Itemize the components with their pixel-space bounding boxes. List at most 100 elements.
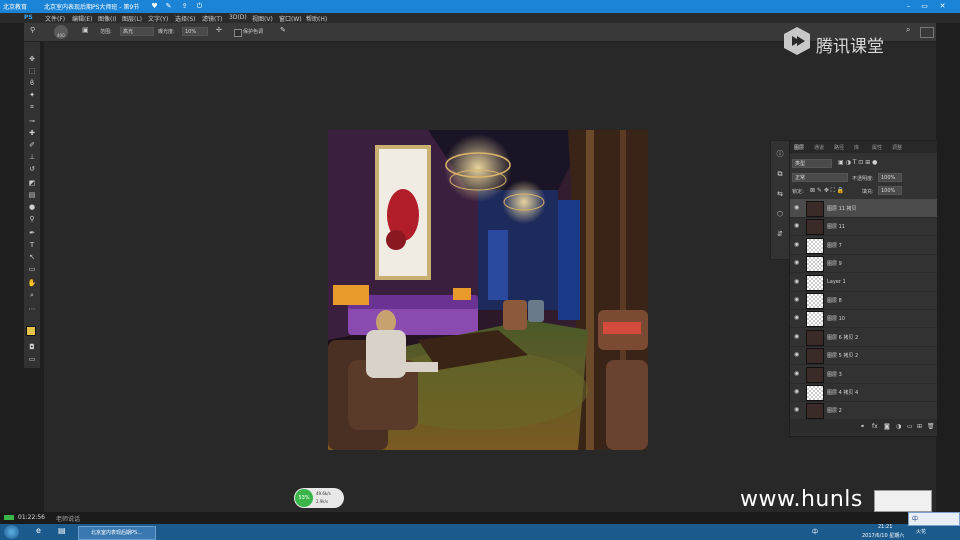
paths-icon[interactable]: ⇵	[775, 229, 785, 239]
menu-layer[interactable]: 图层(L)	[122, 14, 142, 23]
share-icon[interactable]: ⇪	[180, 2, 189, 11]
tab-properties[interactable]: 属性	[872, 144, 882, 151]
gradient-tool-icon[interactable]: ▤	[26, 190, 38, 201]
magic-wand-icon[interactable]: ✦	[26, 90, 38, 101]
marquee-tool-icon[interactable]: ⬚	[26, 66, 38, 77]
menu-3d[interactable]: 3D(D)	[229, 14, 247, 21]
healing-brush-icon[interactable]: ✚	[26, 128, 38, 139]
layer-filter-select[interactable]: 类型	[792, 159, 832, 168]
start-button[interactable]	[4, 525, 19, 539]
visibility-eye-icon[interactable]: ◉	[794, 406, 799, 413]
layer-row[interactable]: ◉ 图层 6 拷贝 2	[790, 328, 937, 347]
adjustments-icon[interactable]: ⇆	[775, 189, 785, 199]
exposure-input[interactable]: 10%	[182, 27, 208, 36]
menu-select[interactable]: 选择(S)	[175, 14, 196, 23]
power-icon[interactable]: ⏻	[195, 2, 204, 11]
ime-toolbar[interactable]: 中	[908, 512, 960, 526]
layer-row[interactable]: ◉ 图层 7	[790, 236, 937, 255]
restore-icon[interactable]: ▭	[920, 2, 929, 11]
menu-view[interactable]: 视图(V)	[252, 14, 273, 23]
edit-icon[interactable]: ✎	[164, 2, 173, 11]
zoom-tool-icon[interactable]: ⌕	[26, 290, 38, 301]
range-select[interactable]: 高光	[120, 27, 154, 36]
brush-panel-icon[interactable]: ▣	[82, 26, 89, 34]
tab-libraries[interactable]: 库	[854, 144, 859, 151]
visibility-eye-icon[interactable]: ◉	[794, 222, 799, 229]
tab-paths[interactable]: 路径	[834, 144, 844, 151]
heart-icon[interactable]: ♥	[150, 2, 159, 11]
pressure-icon[interactable]: ✎	[280, 26, 286, 34]
screen-mode-icon[interactable]: ▭	[26, 354, 38, 365]
foreground-color-swatch[interactable]	[26, 326, 36, 336]
dodge-tool-icon[interactable]: ⚲	[30, 26, 35, 34]
layer-row[interactable]: ◉ 图层 11	[790, 217, 937, 237]
delete-layer-icon[interactable]: 🗑	[927, 423, 935, 430]
hand-tool-icon[interactable]: ✋	[26, 278, 38, 289]
close-icon[interactable]: ✕	[938, 2, 947, 11]
tab-adjustments[interactable]: 调整	[892, 144, 902, 151]
visibility-eye-icon[interactable]: ◉	[794, 278, 799, 285]
layer-row[interactable]: ◉ 图层 8	[790, 291, 937, 310]
floating-dialog-box[interactable]	[874, 490, 932, 512]
new-adjustment-icon[interactable]: ◑	[896, 423, 901, 430]
layer-row[interactable]: ◉ 图层 10	[790, 309, 937, 329]
tab-channels[interactable]: 通道	[814, 144, 824, 151]
new-layer-icon[interactable]: ⊞	[917, 423, 922, 430]
eraser-tool-icon[interactable]: ◩	[26, 178, 38, 189]
layer-row[interactable]: ◉ 图层 5 拷贝 2	[790, 346, 937, 366]
layer-row[interactable]: ◉ Layer 1	[790, 273, 937, 292]
more-tools-icon[interactable]: ⋯	[26, 304, 38, 315]
ie-icon[interactable]: e	[36, 526, 48, 538]
new-group-icon[interactable]: ▭	[907, 423, 913, 430]
path-select-icon[interactable]: ↖	[26, 252, 38, 263]
3d-icon[interactable]: ⬡	[775, 209, 785, 219]
blur-tool-icon[interactable]: ●	[26, 202, 38, 213]
dodge-tool-icon[interactable]: ⚲	[26, 214, 38, 225]
layer-row[interactable]: ◉ 图层 2	[790, 401, 937, 421]
visibility-eye-icon[interactable]: ◉	[794, 241, 799, 248]
workspace-icon[interactable]	[920, 27, 934, 38]
quick-mask-icon[interactable]: ◘	[26, 342, 38, 353]
fx-icon[interactable]: fx	[872, 423, 878, 430]
info-icon[interactable]: ⓘ	[775, 149, 785, 159]
eyedropper-icon[interactable]: ⊸	[26, 116, 38, 127]
protect-tones-checkbox[interactable]	[234, 29, 242, 37]
visibility-eye-icon[interactable]: ◉	[794, 333, 799, 340]
visibility-eye-icon[interactable]: ◉	[794, 388, 799, 395]
move-tool-icon[interactable]: ✥	[26, 54, 38, 65]
clock-time[interactable]: 21:21	[878, 524, 892, 530]
menu-image[interactable]: 图像(I)	[98, 14, 116, 23]
history-brush-icon[interactable]: ↺	[26, 164, 38, 175]
document-canvas[interactable]	[328, 130, 648, 450]
explorer-icon[interactable]: ▤	[58, 526, 70, 538]
menu-file[interactable]: 文件(F)	[45, 14, 65, 23]
lasso-tool-icon[interactable]: ϐ	[26, 78, 38, 89]
link-layers-icon[interactable]: ⚭	[860, 423, 865, 430]
stamp-tool-icon[interactable]: ⊥	[26, 152, 38, 163]
opacity-input[interactable]: 100%	[878, 173, 902, 182]
ime-indicator[interactable]: 中	[812, 527, 818, 536]
visibility-eye-icon[interactable]: ◉	[794, 370, 799, 377]
history-icon[interactable]: ⧉	[775, 169, 785, 179]
taskbar-item-ps[interactable]: 北京室内表现后期PS...	[78, 526, 156, 540]
layer-row[interactable]: ◉ 图层 9	[790, 254, 937, 274]
airbrush-icon[interactable]: ✢	[216, 26, 222, 34]
tab-layers[interactable]: 图层	[794, 144, 804, 151]
menu-edit[interactable]: 编辑(E)	[72, 14, 92, 23]
menu-help[interactable]: 帮助(H)	[306, 14, 327, 23]
visibility-eye-icon[interactable]: ◉	[794, 204, 799, 211]
tray-label[interactable]: 火花	[916, 528, 926, 535]
crop-tool-icon[interactable]: ⌗	[26, 102, 38, 113]
clock-date[interactable]: 2017/6/10 星期六	[862, 532, 904, 539]
search-icon[interactable]: ⌕	[906, 25, 910, 35]
layer-row[interactable]: ◉ 图层 4 拷贝 4	[790, 383, 937, 402]
visibility-eye-icon[interactable]: ◉	[794, 296, 799, 303]
add-mask-icon[interactable]: ◙	[884, 423, 890, 430]
menu-type[interactable]: 文字(Y)	[148, 14, 168, 23]
fill-input[interactable]: 100%	[878, 186, 902, 195]
lock-icons[interactable]: ⊠ ✎ ✥ ⛶ 🔒	[810, 187, 844, 195]
minimize-icon[interactable]: –	[904, 2, 913, 11]
layer-filter-icons[interactable]: ▣ ◑ T ⊡ ⊞ ●	[838, 159, 877, 166]
layer-row[interactable]: ◉ 图层 11 拷贝	[790, 199, 937, 218]
visibility-eye-icon[interactable]: ◉	[794, 351, 799, 358]
